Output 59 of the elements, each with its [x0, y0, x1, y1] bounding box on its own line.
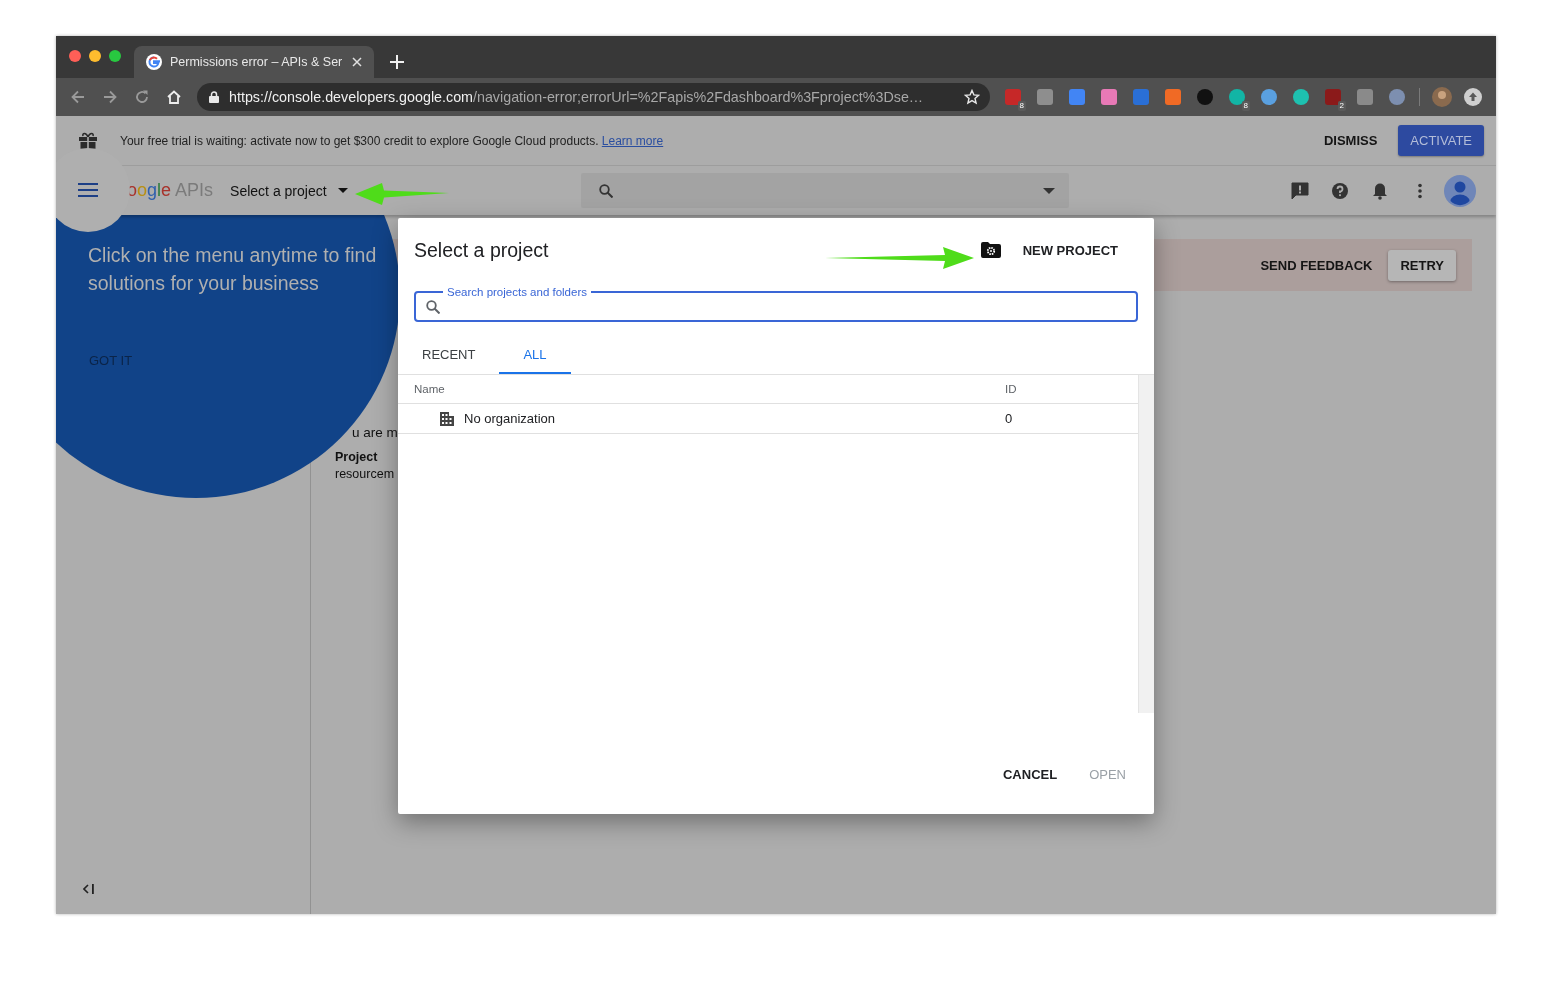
table-cell: 0 [1005, 411, 1013, 426]
feedback-icon[interactable] [1290, 180, 1310, 201]
project-picker[interactable]: Select a project [230, 182, 348, 199]
search-icon [599, 183, 613, 198]
field-label: Project [335, 450, 379, 464]
extension-button[interactable]: 2 [1317, 83, 1349, 111]
star-icon[interactable] [964, 89, 980, 105]
page-text: u are m [352, 425, 399, 440]
field-value: resourcem [335, 467, 396, 481]
retry-button[interactable]: RETRY [1388, 249, 1456, 281]
close-icon[interactable] [352, 57, 362, 67]
learn-more-link[interactable]: Learn more [601, 133, 664, 148]
url-text: https://console.developers.google.com/navigation-error;errorUrl=%2Fapis%2Fdashboard%3Fproject%3Dse… [229, 89, 924, 105]
favicon-icon [146, 54, 162, 70]
caret-icon [337, 188, 348, 193]
help-icon[interactable] [1330, 180, 1350, 201]
banner-text: Your free trial is waiting: activate now to get $300 credit to explore Google Cloud products. [120, 133, 600, 148]
account-avatar-icon[interactable] [1444, 174, 1476, 207]
browser-tab[interactable]: Permissions error – APIs & Ser [134, 46, 374, 78]
building-icon [440, 411, 454, 426]
extension-badge: 8 [1017, 101, 1026, 111]
folder-gear-icon [980, 242, 1001, 258]
extension-button[interactable]: 8 [1221, 83, 1253, 111]
new-tab-icon[interactable] [390, 55, 404, 69]
tab[interactable]: ALL [499, 336, 571, 374]
collapse-icon[interactable] [83, 884, 95, 894]
search-field[interactable]: Search projects and folders [414, 286, 1138, 322]
search-icon [426, 300, 440, 314]
update-icon[interactable] [1464, 88, 1482, 106]
caret-icon[interactable] [1043, 187, 1055, 194]
forward-icon[interactable] [101, 88, 119, 106]
window-control-icon[interactable] [89, 50, 101, 62]
lock-icon [209, 91, 219, 103]
extension-badge: 2 [1337, 101, 1346, 111]
back-icon[interactable] [69, 88, 87, 106]
table-row[interactable]: No organization 0 [398, 404, 1138, 434]
table-cell: No organization [464, 411, 556, 426]
extension-badge: 8 [1241, 101, 1250, 111]
window-control-icon[interactable] [69, 50, 81, 62]
menu-icon[interactable] [78, 183, 98, 197]
home-icon[interactable] [165, 88, 183, 106]
new-project-button[interactable]: NEW PROJECT [980, 242, 1118, 258]
column-header: Name [413, 383, 446, 395]
address-bar[interactable]: https://console.developers.google.com/navigation-error;errorUrl=%2Fapis%2Fdashboard%3Fproject%3Dse… [197, 83, 990, 111]
gift-icon [78, 130, 98, 151]
activate-button[interactable]: ACTIVATE [1398, 125, 1484, 156]
dismiss-button[interactable]: DISMISS [1313, 125, 1388, 156]
extension-button[interactable]: 8 [997, 83, 1029, 111]
window-control-icon[interactable] [109, 50, 121, 62]
column-header: ID [1005, 383, 1017, 395]
reload-icon[interactable] [133, 88, 151, 106]
scrollbar-track[interactable] [1138, 375, 1154, 713]
avatar-icon[interactable] [1432, 87, 1452, 107]
highlight-message: Click on the menu anytime to find solutions for your business [88, 243, 378, 296]
send-feedback-button[interactable]: SEND FEEDBACK [1252, 249, 1381, 281]
tab[interactable]: RECENT [398, 336, 500, 374]
tab-title: Permissions error – APIs & Ser [170, 55, 344, 69]
dialog-title: Select a project [414, 238, 549, 262]
cancel-button[interactable]: CANCEL [991, 761, 1070, 788]
